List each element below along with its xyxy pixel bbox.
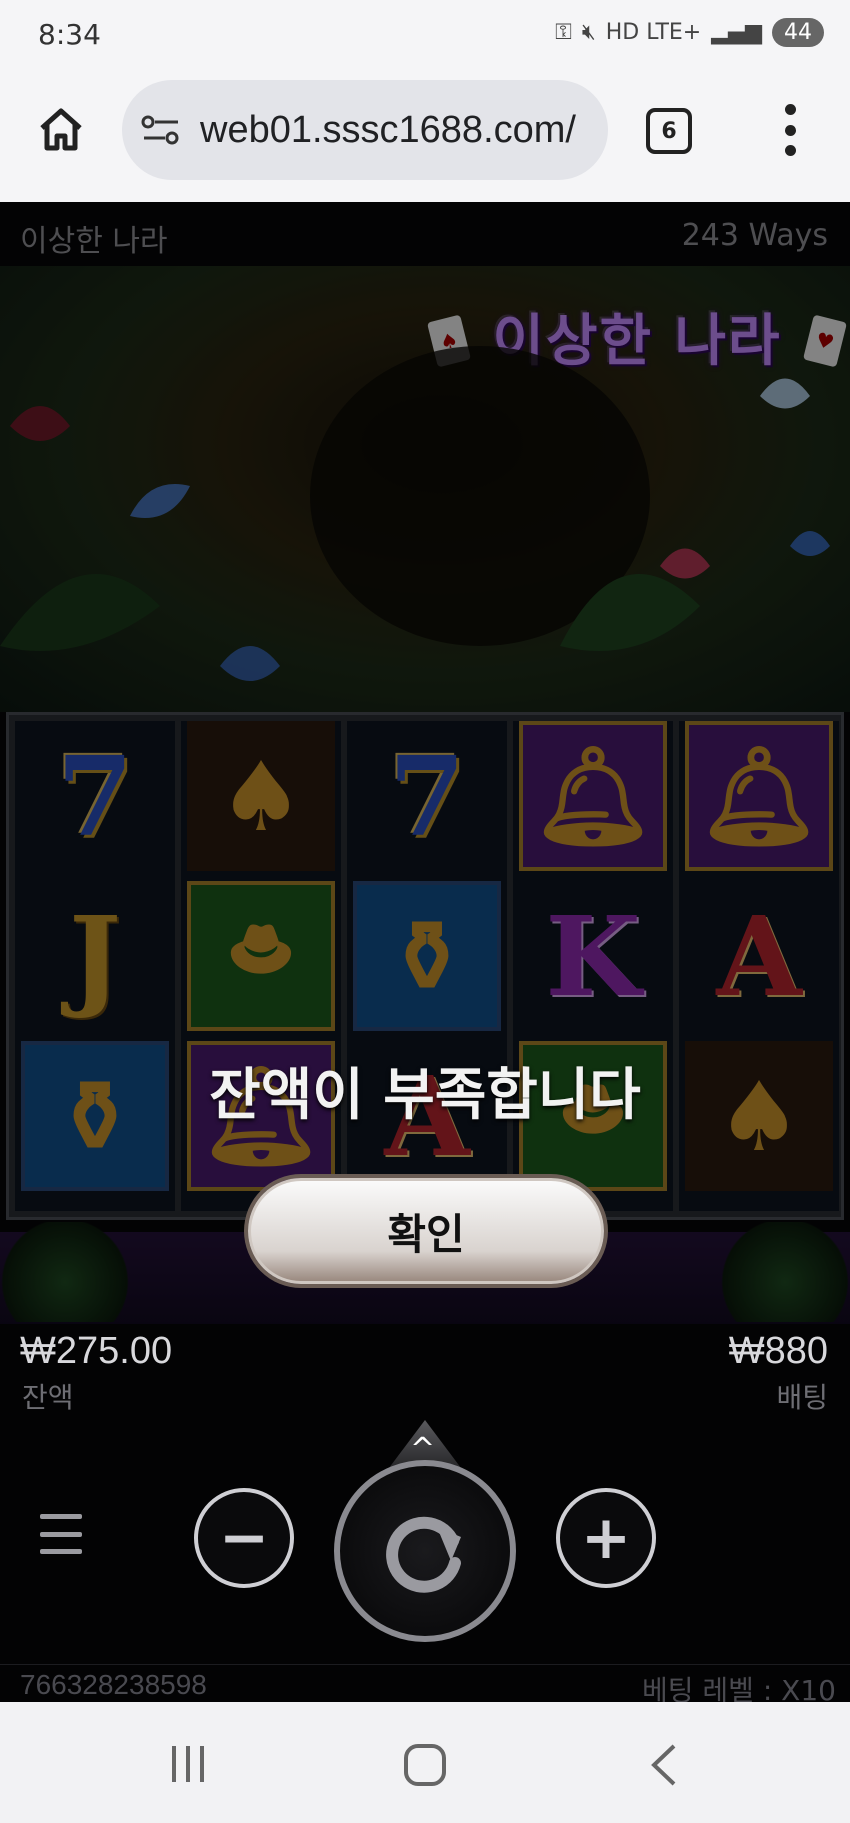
game-footer: 766328238598 베팅 레벨 : X10 [0,1664,850,1702]
round-id: 766328238598 [20,1669,207,1700]
decrease-bet-button[interactable]: − [194,1488,294,1588]
bet-label: 배팅 [776,1381,828,1414]
status-indicators: ⚿ 🔇︎ HD LTE+ ▂▄▆ 44 [555,18,824,47]
address-bar[interactable]: web01.sssc1688.com/ [122,80,608,180]
mute-icon: 🔇︎ [581,20,596,45]
balance-label: 잔액 [22,1381,74,1414]
home-icon[interactable] [36,104,86,154]
browser-toolbar: web01.sssc1688.com/ 6 [0,74,850,202]
site-settings-icon[interactable] [140,113,182,147]
increase-bet-button[interactable]: + [556,1488,656,1588]
refresh-icon [386,1516,461,1593]
system-nav-bar [0,1702,850,1823]
balance-value: ₩275.00 [20,1330,173,1372]
tab-switcher-button[interactable]: 6 [646,108,692,154]
status-bar: 8:34 ⚿ 🔇︎ HD LTE+ ▂▄▆ 44 [0,0,850,74]
home-nav-icon[interactable] [402,1742,448,1792]
back-icon[interactable] [648,1742,678,1792]
bet-value: ₩880 [728,1330,828,1372]
spin-control: ^ [334,1420,516,1642]
more-menu-icon[interactable] [778,104,802,156]
game-area: 이상한 나라 243 Ways ♠ ♥ 이상한 나라 7 J ⚱ ♠ 🎩︎ 🔔︎… [0,202,850,1702]
network-indicator: HD LTE+ [605,20,702,45]
signal-icon: ▂▄▆ [711,20,762,45]
url-text: web01.sssc1688.com/ [200,108,576,151]
recent-apps-icon[interactable] [168,1742,208,1790]
bet-level: 베팅 레벨 : X10 [642,1674,836,1702]
spin-button[interactable] [334,1460,516,1642]
confirm-button[interactable]: 확인 [248,1178,604,1284]
key-icon: ⚿ [555,20,572,45]
status-time: 8:34 [38,18,101,51]
game-menu-icon[interactable] [40,1514,82,1554]
insufficient-balance-message: 잔액이 부족합니다 [209,1063,641,1128]
battery-indicator: 44 [772,18,824,47]
